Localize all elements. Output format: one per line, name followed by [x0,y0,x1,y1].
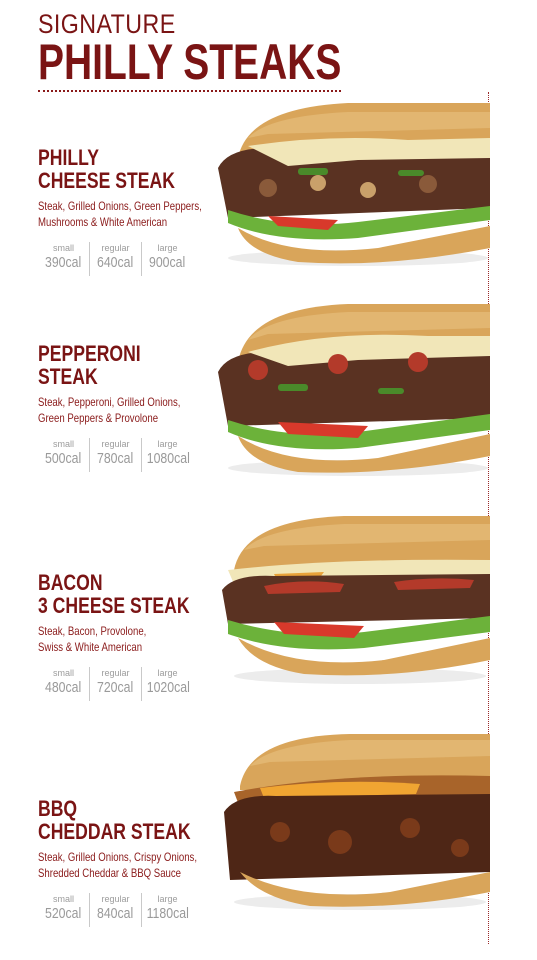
calorie-small: small 390cal [38,242,89,276]
calorie-value: 840cal [97,905,134,922]
calorie-large: large 1020cal [141,667,193,701]
item-desc-line2: Swiss & White American [38,640,143,654]
menu-item-bbq-cheddar-steak: BBQ CHEDDAR STEAK Steak, Grilled Onions,… [38,797,238,927]
calorie-small: small 500cal [38,438,89,472]
item-name-line2: STEAK [38,364,98,389]
item-description: Steak, Grilled Onions, Crispy Onions, Sh… [38,849,198,881]
size-label: regular [101,243,130,253]
item-name: BACON 3 CHEESE STEAK [38,571,198,617]
bbq-cheddar-steak-image [220,732,490,912]
item-name-line1: BACON [38,570,103,595]
calorie-value: 780cal [97,450,134,467]
item-name: BBQ CHEDDAR STEAK [38,797,198,843]
calorie-value: 1080cal [146,450,190,467]
calorie-regular: regular 640cal [89,242,141,276]
item-name-line2: 3 CHEESE STEAK [38,593,190,618]
calorie-table: small 520cal regular 840cal large 1180ca… [38,893,238,927]
item-name-line2: CHEDDAR STEAK [38,819,191,844]
size-label: small [52,894,74,904]
size-label: large [157,439,178,449]
pepperoni-steak-image [208,300,490,478]
header-title: PHILLY STEAKS [38,34,342,90]
philly-cheese-steak-image [208,98,490,268]
bacon-3-cheese-steak-image [214,514,490,686]
size-label: large [157,243,178,253]
menu-page: SIGNATURE PHILLY STEAKS PHILLY CHEESE ST… [0,0,537,960]
item-description: Steak, Pepperoni, Grilled Onions, Green … [38,394,198,426]
calorie-value: 480cal [45,679,82,696]
calorie-regular: regular 840cal [89,893,141,927]
item-desc-line2: Shredded Cheddar & BBQ Sauce [38,866,182,880]
menu-header: SIGNATURE PHILLY STEAKS [38,8,348,92]
calorie-value: 500cal [45,450,82,467]
size-label: small [52,439,74,449]
calorie-large: large 1080cal [141,438,193,472]
size-label: large [157,894,178,904]
calorie-large: large 900cal [141,242,193,276]
calorie-regular: regular 780cal [89,438,141,472]
calorie-value: 520cal [45,905,82,922]
item-name-line2: CHEESE STEAK [38,168,175,193]
size-label: small [52,668,74,678]
item-name-line1: BBQ [38,796,78,821]
calorie-value: 1020cal [146,679,190,696]
item-desc-line1: Steak, Bacon, Provolone, [38,624,147,638]
size-label: large [157,668,178,678]
menu-item-bacon-3-cheese-steak: BACON 3 CHEESE STEAK Steak, Bacon, Provo… [38,571,238,701]
calorie-value: 640cal [97,254,134,271]
size-label: regular [101,668,130,678]
item-description: Steak, Grilled Onions, Green Peppers, Mu… [38,198,202,230]
size-label: small [52,243,74,253]
item-desc-line1: Steak, Grilled Onions, Crispy Onions, [38,850,197,864]
calorie-value: 720cal [97,679,134,696]
calorie-value: 1180cal [146,905,189,922]
calorie-small: small 520cal [38,893,89,927]
item-name: PHILLY CHEESE STEAK [38,146,198,192]
size-label: regular [101,439,130,449]
calorie-value: 900cal [149,254,186,271]
calorie-value: 390cal [45,254,82,271]
size-label: regular [101,894,130,904]
calorie-large: large 1180cal [141,893,193,927]
calorie-small: small 480cal [38,667,89,701]
item-desc-line2: Mushrooms & White American [38,215,168,229]
item-description: Steak, Bacon, Provolone, Swiss & White A… [38,623,198,655]
item-desc-line1: Steak, Grilled Onions, Green Peppers, [38,199,202,213]
calorie-regular: regular 720cal [89,667,141,701]
header-divider [38,90,341,92]
item-desc-line1: Steak, Pepperoni, Grilled Onions, [38,395,181,409]
item-name-line1: PHILLY [38,145,99,170]
item-name: PEPPERONI STEAK [38,342,198,388]
item-name-line1: PEPPERONI [38,341,141,366]
calorie-table: small 480cal regular 720cal large 1020ca… [38,667,238,701]
item-desc-line2: Green Peppers & Provolone [38,411,159,425]
